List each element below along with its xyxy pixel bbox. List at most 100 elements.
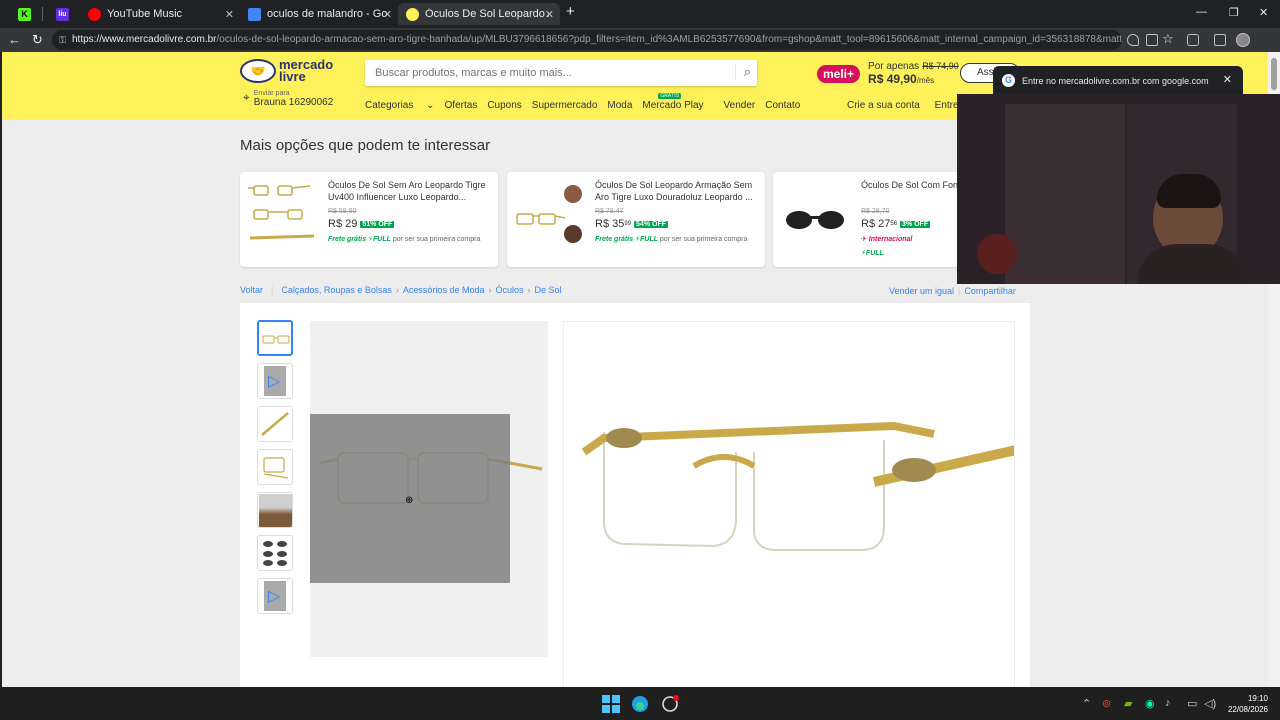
sell-similar-link[interactable]: Vender um igual	[889, 286, 954, 296]
minimize-icon[interactable]: —	[1196, 6, 1207, 18]
product-actions: Vender um igual | Compartilhar	[889, 286, 1016, 296]
whatsapp-icon[interactable]: ◉	[1145, 697, 1155, 710]
recommendation-card[interactable]: Óculos De Sol Sem Aro Leopardo Tigre Uv4…	[240, 172, 498, 267]
tab-mercadolivre-active[interactable]: Óculos De Sol Leopardo Armação ✕	[398, 3, 560, 25]
nvidia-icon[interactable]: ▰	[1124, 697, 1132, 710]
tab-youtube-music[interactable]: YouTube Music ✕	[80, 3, 240, 25]
location-label: Enviar para	[253, 90, 290, 97]
liu-icon: liu	[56, 7, 69, 21]
promo-per: /mês	[916, 76, 935, 85]
url-path: /oculos-de-sol-leopardo-armacao-sem-aro-…	[216, 34, 1123, 45]
breadcrumb-item[interactable]: Calçados, Roupas e Bolsas	[281, 285, 392, 295]
gallery-thumb[interactable]	[257, 406, 293, 442]
nav-moda[interactable]: Moda	[607, 100, 632, 111]
account-nav: Crie a sua conta Entre	[847, 100, 971, 111]
promo-price: R$ 49,90	[868, 72, 917, 86]
full-badge: ⚡FULL	[635, 236, 658, 243]
tab-title: oculos de malandro - Google Shop	[267, 8, 387, 20]
favorite-star-icon[interactable]: ☆	[1162, 31, 1174, 47]
restore-icon[interactable]: ❐	[1229, 6, 1239, 19]
close-icon[interactable]: ✕	[1223, 73, 1232, 86]
google-shopping-icon	[248, 7, 261, 21]
microphone-icon[interactable]: ♪	[1165, 697, 1171, 709]
nav-vender[interactable]: Vender	[724, 100, 756, 111]
zoomed-glasses-image	[581, 421, 1014, 551]
url-field[interactable]: ⚿ https://www.mercadolivre.com.br/oculos-…	[52, 30, 1122, 50]
nav-supermercado[interactable]: Supermercado	[532, 100, 598, 111]
card-shipping: Frete grátis ⚡FULL por ser sua primeira …	[328, 236, 481, 243]
breadcrumb-item[interactable]: Acessórios de Moda	[403, 285, 485, 295]
login-link[interactable]: Entre	[935, 100, 959, 111]
breadcrumb: Voltar | Calçados, Roupas e Bolsas › Acess…	[240, 285, 562, 295]
back-link[interactable]: Voltar	[240, 285, 263, 295]
recommendation-card[interactable]: Óculos De Sol Leopardo Armação Sem Aro T…	[507, 172, 765, 267]
app-tray-icon[interactable]: ⊚	[1102, 697, 1111, 710]
card-old-price: R$ 78,47	[595, 208, 624, 215]
gallery-thumb-video[interactable]: ▷	[257, 363, 293, 399]
browser-tab-bar: K liu YouTube Music ✕ oculos de malandro…	[0, 0, 1280, 28]
product-thumbnail	[516, 185, 582, 243]
discount-badge: 51% OFF	[360, 220, 395, 228]
gallery-thumb[interactable]	[257, 535, 293, 571]
share-link[interactable]: Compartilhar	[964, 286, 1016, 296]
close-icon[interactable]: ✕	[225, 8, 234, 21]
gratis-badge: GRÁTIS	[658, 93, 682, 99]
mercadolivre-logo[interactable]: 🤝 mercado livre	[240, 58, 339, 83]
mercadolivre-icon	[406, 7, 419, 21]
collections-icon[interactable]	[1214, 34, 1226, 46]
international-badge: ✈ Internacional	[861, 236, 913, 243]
extensions-icon[interactable]	[1187, 34, 1199, 46]
search-icon[interactable]: ⌕	[734, 64, 751, 80]
chevron-right-icon: ›	[527, 285, 531, 295]
nav-cupons[interactable]: Cupons	[487, 100, 521, 111]
scrollbar-thumb[interactable]	[1271, 58, 1277, 90]
location-value: Brauna 16290062	[253, 97, 334, 108]
promo-text: Por apenas R$ 74,90 R$ 49,90/mês	[868, 60, 959, 87]
google-signin-prompt[interactable]: G Entre no mercadolivre.com.br com googl…	[993, 66, 1243, 95]
gallery-thumb-video[interactable]: ▷	[257, 578, 293, 614]
profile-avatar[interactable]	[1236, 33, 1250, 47]
delivery-location[interactable]: ⌖ Enviar para Brauna 16290062	[243, 90, 333, 108]
search-input[interactable]	[365, 60, 705, 86]
reader-mode-icon[interactable]	[1146, 34, 1158, 46]
window-close-icon[interactable]: ✕	[1259, 6, 1268, 19]
volume-icon[interactable]: ◁)	[1204, 697, 1216, 710]
create-account-link[interactable]: Crie a sua conta	[847, 100, 920, 111]
tab-pinned-k[interactable]: K	[10, 3, 40, 25]
network-icon[interactable]: ▭	[1187, 697, 1197, 710]
back-arrow-icon[interactable]: ←	[8, 32, 21, 47]
tab-google-shopping[interactable]: oculos de malandro - Google Shop ✕	[240, 3, 398, 25]
edge-browser-icon[interactable]	[631, 695, 649, 713]
promo-old-price: R$ 74,90	[922, 61, 959, 71]
gallery-thumb[interactable]	[257, 492, 293, 528]
nav-ofertas[interactable]: Ofertas	[445, 100, 478, 111]
google-icon: G	[1002, 74, 1015, 87]
webcam-overlay	[957, 94, 1280, 284]
nav-contato[interactable]: Contato	[765, 100, 800, 111]
gallery-thumb[interactable]	[257, 449, 293, 485]
close-icon[interactable]: ✕	[545, 8, 554, 21]
nav-categorias[interactable]: Categorias ⌄	[365, 100, 435, 111]
close-icon[interactable]: ✕	[383, 8, 392, 21]
reload-icon[interactable]: ↻	[32, 32, 43, 48]
windows-start-icon[interactable]	[602, 695, 620, 713]
system-clock[interactable]: 19:10 22/08/2026	[1224, 693, 1268, 715]
breadcrumb-item[interactable]: De Sol	[534, 285, 561, 295]
obs-icon[interactable]	[661, 695, 679, 713]
new-tab-button[interactable]: +	[566, 3, 575, 20]
discount-badge: 54% OFF	[634, 220, 668, 228]
popup-text: Entre no mercadolivre.com.br com google.…	[1022, 75, 1209, 86]
gallery-thumb-selected[interactable]	[257, 320, 293, 356]
breadcrumb-item[interactable]: Óculos	[495, 285, 523, 295]
search-box: ⌕	[365, 60, 757, 86]
windows-taskbar: ⌃ ⊚ ▰ ◉ ♪ ▭ ◁) 19:10 22/08/2026	[0, 687, 1280, 720]
kick-icon: K	[18, 7, 31, 21]
meli-plus-promo[interactable]: meli+ Por apenas R$ 74,90 R$ 49,90/mês	[817, 60, 959, 87]
section-title: Mais opções que podem te interessar	[240, 137, 491, 154]
clock-time: 19:10	[1247, 694, 1268, 703]
zoom-cursor-icon: ⊕	[405, 495, 414, 506]
tab-pinned-liu[interactable]: liu	[48, 3, 78, 25]
nav-mercado-play[interactable]: GRÁTIS Mercado Play	[642, 93, 713, 111]
chevron-up-icon[interactable]: ⌃	[1082, 697, 1091, 710]
tag-icon[interactable]	[1127, 34, 1139, 46]
